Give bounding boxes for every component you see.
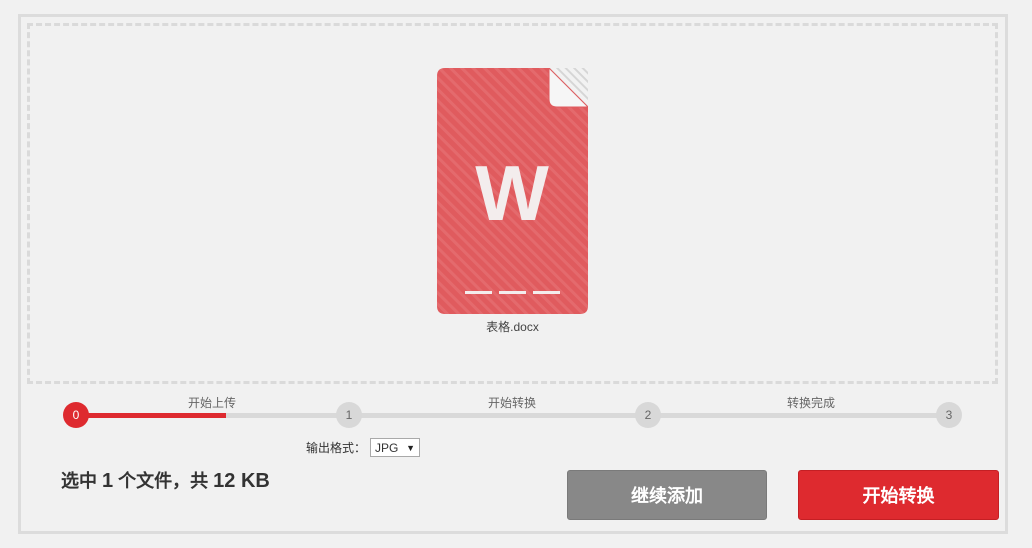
step-node-0: 0 — [63, 402, 89, 428]
chevron-down-icon: ▼ — [406, 442, 416, 453]
output-format-label: 输出格式： — [306, 441, 367, 455]
summary-middle: 个文件，共 — [113, 471, 214, 491]
step-label-upload: 开始上传 — [187, 396, 236, 410]
output-format-select[interactable]: JPG ▼ — [370, 438, 421, 457]
step-node-1: 1 — [336, 402, 362, 428]
summary-prefix: 选中 — [61, 471, 103, 491]
continue-add-button[interactable]: 继续添加 — [567, 470, 767, 520]
step-node-3: 3 — [936, 402, 962, 428]
summary-count: 1 — [102, 470, 114, 492]
output-format-value: JPG — [375, 440, 399, 455]
progress-fill — [76, 413, 226, 418]
output-format-row: 输出格式： JPG ▼ — [306, 438, 421, 457]
step-label-convert: 开始转换 — [487, 396, 536, 410]
step-label-complete: 转换完成 — [786, 396, 835, 410]
start-convert-button[interactable]: 开始转换 — [798, 470, 999, 520]
selection-summary: 选中 1 个文件，共 12 KB — [61, 467, 270, 493]
file-name-label: 表格.docx — [486, 320, 539, 334]
svg-text:W: W — [475, 149, 549, 237]
summary-size: 12 KB — [213, 470, 270, 492]
step-node-2: 2 — [635, 402, 661, 428]
word-file-icon[interactable]: W — [437, 66, 590, 314]
